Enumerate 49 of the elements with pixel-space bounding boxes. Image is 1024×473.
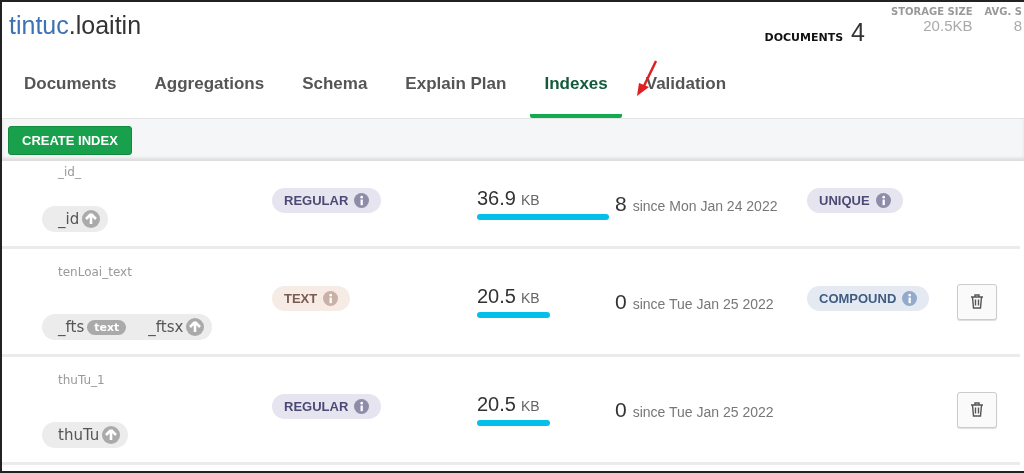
trash-icon [971, 402, 983, 417]
key-field: _id [58, 210, 80, 228]
size-unit: KB [520, 398, 540, 414]
size-unit: KB [520, 290, 540, 306]
stat-value: 8 [1013, 17, 1022, 34]
index-name: tenLoai_text [57, 265, 133, 279]
size-unit: KB [520, 192, 540, 208]
key-field: _ftsx [148, 318, 184, 336]
info-icon [354, 193, 370, 208]
key-field: thuTu [58, 426, 100, 444]
info-icon [354, 399, 370, 414]
index-badge: COMPOUND [807, 286, 930, 311]
size-value: 20.5 [477, 285, 516, 308]
usage-count: 8 [615, 191, 627, 216]
delete-button[interactable] [957, 283, 997, 320]
tab[interactable]: Documents [10, 60, 131, 118]
index-name: _id_ [57, 165, 82, 179]
arrow-up-icon [82, 210, 101, 228]
collection-title: tintuc.loaitin [9, 11, 142, 40]
key-type-tag: text [87, 319, 127, 335]
arrow-up-icon [186, 318, 205, 336]
stat-label: STORAGE SIZE [891, 6, 973, 17]
info-icon [875, 193, 891, 208]
size-value: 36.9 [477, 187, 516, 210]
trash-icon [971, 294, 983, 309]
index-badge: UNIQUE [807, 188, 903, 213]
stat-label: DOCUMENTS [764, 31, 844, 44]
usage-since: since Tue Jan 25 2022 [632, 295, 774, 312]
index-badge: TEXT [272, 286, 351, 311]
tab[interactable]: Explain Plan [391, 60, 521, 118]
delete-button[interactable] [957, 391, 997, 428]
usage-count: 0 [615, 289, 627, 314]
tab[interactable]: Aggregations [140, 60, 279, 118]
tab[interactable]: Schema [288, 60, 382, 118]
stat-value: 4 [851, 18, 865, 47]
usage-count: 0 [615, 397, 627, 422]
size-value: 20.5 [477, 393, 516, 416]
info-icon [323, 291, 339, 306]
stat-value: 20.5KB [923, 17, 973, 34]
tab[interactable]: Validation [631, 60, 741, 118]
index-badge: REGULAR [272, 188, 382, 213]
index-name: thuTu_1 [57, 373, 106, 387]
stat-label: AVG. S [984, 6, 1022, 17]
info-icon [902, 291, 918, 306]
usage-since: since Tue Jan 25 2022 [632, 403, 774, 420]
arrow-up-icon [102, 426, 121, 444]
usage-since: since Mon Jan 24 2022 [632, 197, 778, 214]
key-field: _fts [58, 318, 85, 336]
index-badge: REGULAR [272, 394, 382, 419]
